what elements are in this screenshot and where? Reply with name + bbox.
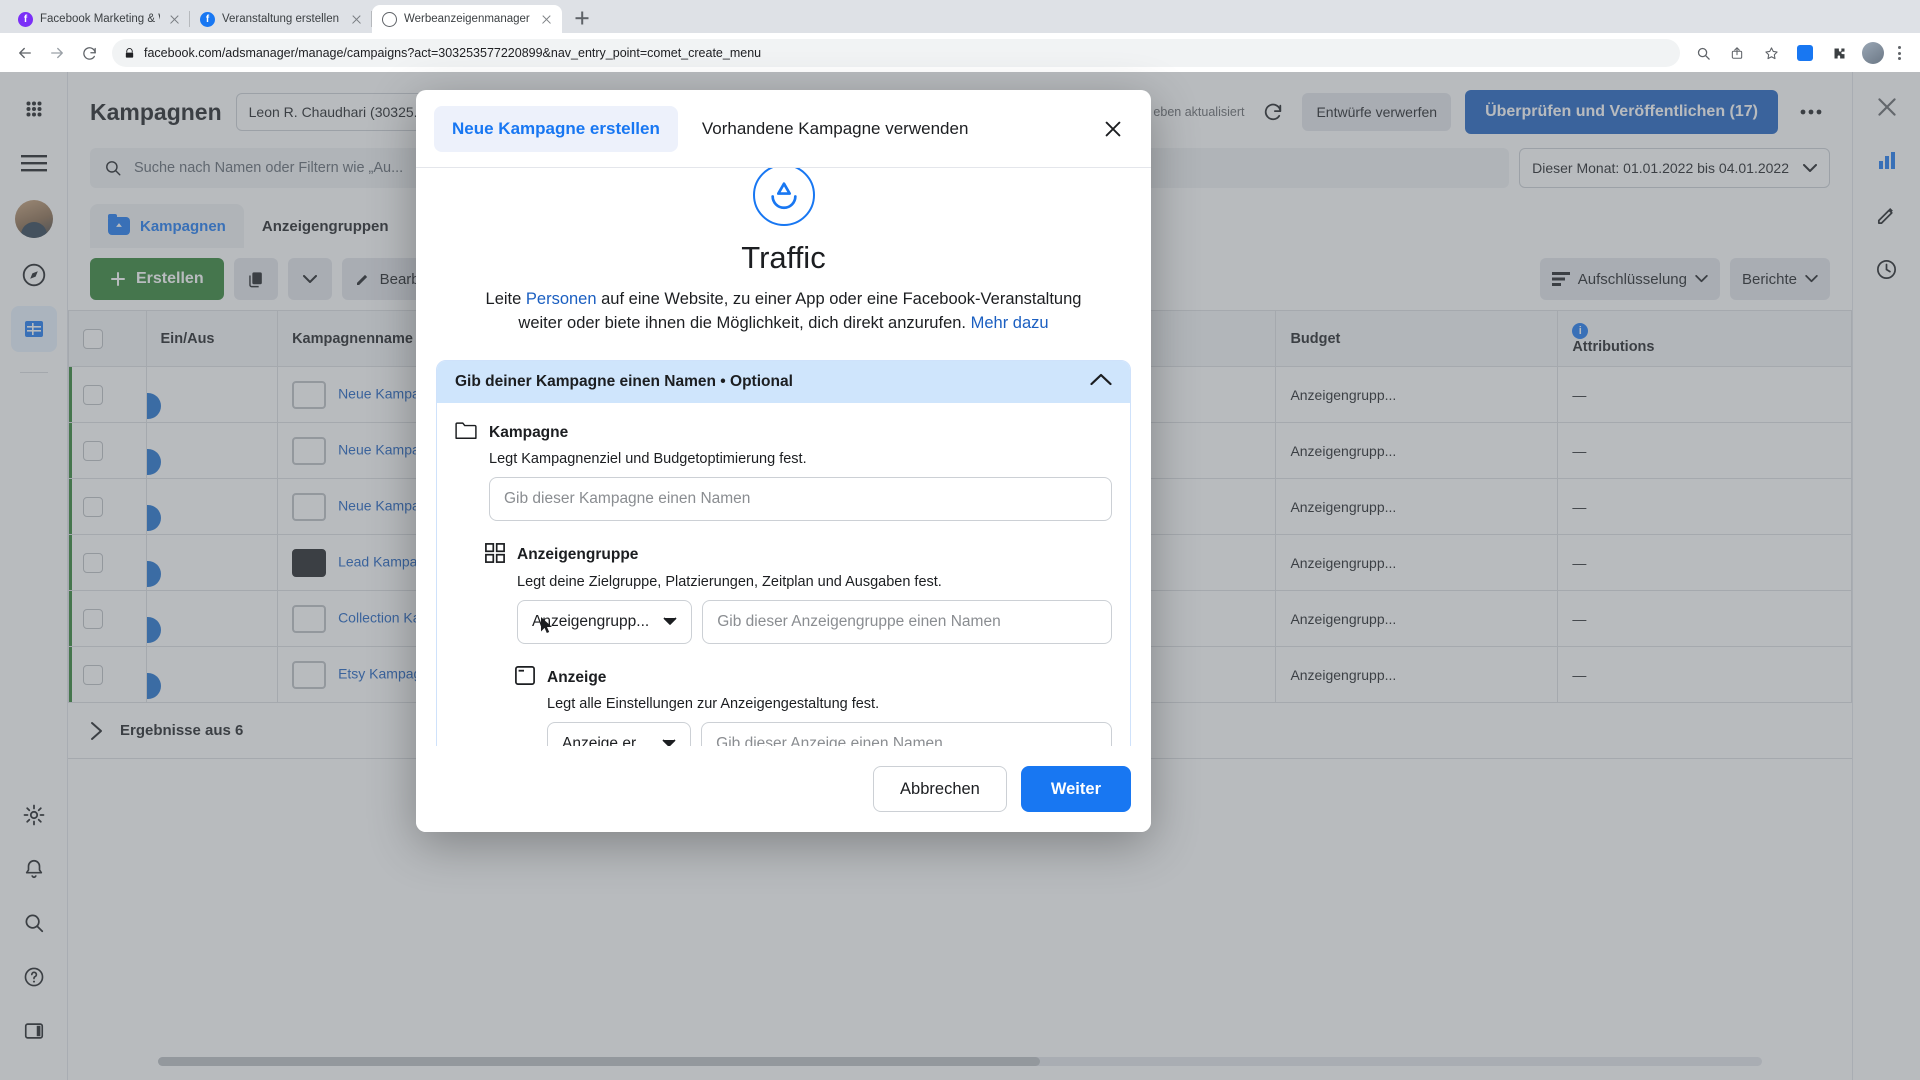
campaign-title: Kampagne [489, 423, 569, 441]
browser-window: f Facebook Marketing & Werbea f Veransta… [0, 0, 1920, 1080]
goal-desc-pre: Leite [485, 290, 526, 308]
share-icon[interactable] [1722, 38, 1752, 68]
ad-name-placeholder: Gib dieser Anzeige einen Namen [716, 734, 943, 746]
facebook-icon: f [200, 11, 215, 27]
browser-tab[interactable]: f Facebook Marketing & Werbea [8, 5, 190, 33]
back-icon[interactable] [10, 38, 40, 68]
modal-header: Neue Kampagne erstellen Vorhandene Kampa… [416, 90, 1151, 168]
cancel-button[interactable]: Abbrechen [873, 766, 1007, 812]
personen-link[interactable]: Personen [526, 290, 597, 308]
url-text: facebook.com/adsmanager/manage/campaigns… [144, 46, 762, 60]
campaign-subtitle: Legt Kampagnenziel und Budgetoptimierung… [489, 450, 807, 467]
folder-outline-icon [455, 421, 477, 445]
reload-icon[interactable] [74, 38, 104, 68]
name-campaign-header[interactable]: Gib deiner Kampagne einen Namen • Option… [437, 360, 1130, 403]
ad-title: Anzeige [547, 668, 607, 686]
chrome-menu-icon[interactable] [1888, 46, 1910, 60]
ads-manager-icon [382, 11, 397, 27]
goal-icon-wrap [436, 168, 1131, 226]
adset-name-input[interactable]: Gib dieser Anzeigengruppe einen Namen [702, 599, 1112, 644]
browser-tab-active[interactable]: Werbeanzeigenmanager - Wer [372, 5, 562, 33]
lock-icon [125, 47, 134, 58]
forward-icon[interactable] [42, 38, 72, 68]
campaign-name-placeholder: Gib dieser Kampagne einen Namen [504, 489, 751, 507]
tab-strip: f Facebook Marketing & Werbea f Veransta… [0, 0, 1920, 33]
ad-section: Anzeige Legt alle Einstellungen zur Anze… [455, 665, 1112, 746]
modal-body: Traffic Leite Personen auf eine Website,… [416, 168, 1151, 746]
goal-description: Leite Personen auf eine Website, zu eine… [484, 288, 1084, 336]
close-icon[interactable] [349, 12, 364, 27]
search-icon[interactable] [1688, 38, 1718, 68]
omnibox-bar: facebook.com/adsmanager/manage/campaigns… [0, 33, 1920, 73]
next-label: Weiter [1050, 779, 1101, 798]
ad-type-value: Anzeige er... [562, 734, 649, 746]
name-campaign-header-label: Gib deiner Kampagne einen Namen • Option… [455, 372, 793, 390]
address-bar[interactable]: facebook.com/adsmanager/manage/campaigns… [112, 39, 1680, 67]
ad-outline-icon [515, 665, 535, 690]
adset-name-placeholder: Gib dieser Anzeigengruppe einen Namen [717, 612, 1001, 630]
chevron-down-icon [663, 617, 677, 626]
browser-tab[interactable]: f Veranstaltung erstellen | Faceb [190, 5, 372, 33]
adset-subtitle: Legt deine Zielgruppe, Platzierungen, Ze… [517, 573, 942, 590]
adset-title: Anzeigengruppe [517, 546, 639, 564]
star-icon[interactable] [1756, 38, 1786, 68]
tab-new-campaign-label: Neue Kampagne erstellen [452, 118, 660, 138]
name-campaign-card: Gib deiner Kampagne einen Namen • Option… [436, 359, 1131, 746]
profile-avatar[interactable] [1862, 42, 1884, 64]
tab-title: Veranstaltung erstellen | Faceb [222, 13, 342, 25]
cancel-label: Abbrechen [900, 779, 980, 798]
campaign-name-input[interactable]: Gib dieser Kampagne einen Namen [489, 476, 1112, 521]
adset-title-row: Anzeigengruppe [485, 542, 1112, 568]
chevron-up-icon[interactable] [1090, 373, 1112, 391]
next-button[interactable]: Weiter [1020, 766, 1131, 812]
tab-existing-campaign-label: Vorhandene Kampagne verwenden [701, 118, 969, 138]
extension-facebook-icon[interactable] [1790, 38, 1820, 68]
extension-puzzle-icon[interactable] [1824, 38, 1854, 68]
new-tab-button[interactable] [568, 4, 596, 32]
mehr-dazu-link[interactable]: Mehr dazu [971, 314, 1049, 332]
campaign-section: Kampagne Legt Kampagnenziel und Budgetop… [455, 421, 1112, 521]
close-icon[interactable] [539, 12, 554, 27]
adset-section: Anzeigengruppe Legt deine Zielgruppe, Pl… [455, 542, 1112, 644]
facebook-purple-icon: f [18, 11, 33, 27]
tab-existing-campaign[interactable]: Vorhandene Kampagne verwenden [684, 106, 987, 152]
goal-title: Traffic [741, 240, 826, 275]
mouse-cursor [541, 617, 553, 635]
campaign-title-row: Kampagne [455, 421, 1112, 445]
tab-new-campaign[interactable]: Neue Kampagne erstellen [434, 105, 678, 152]
grid-outline-icon [485, 542, 505, 568]
traffic-icon [752, 168, 815, 226]
ad-subtitle: Legt alle Einstellungen zur Anzeigengest… [547, 695, 880, 712]
modal-footer: Abbrechen Weiter [416, 746, 1151, 832]
tab-title: Facebook Marketing & Werbea [40, 13, 160, 25]
chevron-down-icon [662, 739, 676, 746]
ad-name-input[interactable]: Gib dieser Anzeige einen Namen [701, 721, 1112, 746]
tab-title: Werbeanzeigenmanager - Wer [404, 13, 532, 25]
create-campaign-modal: Neue Kampagne erstellen Vorhandene Kampa… [416, 90, 1151, 832]
ad-title-row: Anzeige [515, 665, 1112, 690]
ad-type-select[interactable]: Anzeige er... [547, 721, 692, 746]
close-icon[interactable] [1093, 109, 1133, 149]
name-campaign-body: Kampagne Legt Kampagnenziel und Budgetop… [437, 403, 1130, 746]
close-icon[interactable] [167, 12, 182, 27]
